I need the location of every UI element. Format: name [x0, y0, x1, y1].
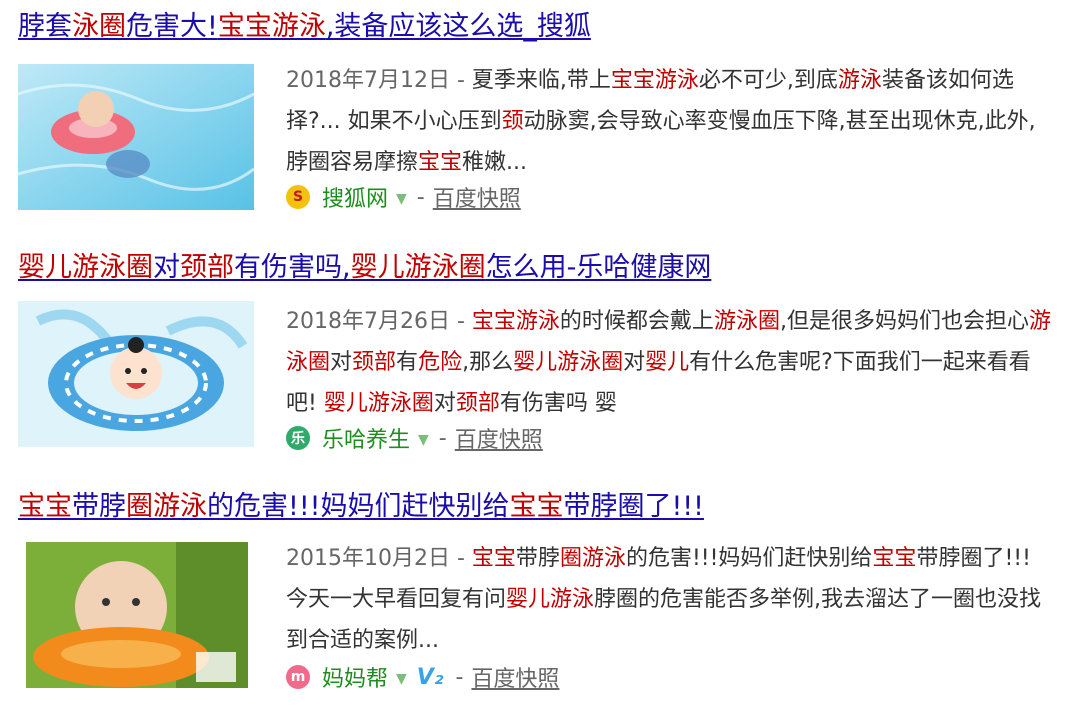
separator: - [438, 425, 447, 451]
text-segment: ,但是很多妈妈们也会担心 [779, 309, 1029, 334]
result-thumbnail[interactable] [26, 542, 248, 688]
highlighted-keyword: 危险 [418, 350, 463, 375]
highlighted-keyword: 婴儿游泳 [506, 587, 595, 612]
result-snippet: 2018年7月26日 - 宝宝游泳的时候都会戴上游泳圈,但是很多妈妈们也会担心游… [286, 301, 1056, 424]
site-name-link[interactable]: 乐哈养生 [322, 422, 410, 454]
highlighted-keyword: 婴儿游泳圈 [323, 391, 434, 416]
baby-pool-image [18, 64, 254, 210]
highlighted-keyword: 游泳圈 [713, 309, 780, 334]
result-title-link[interactable]: 婴儿游泳圈对颈部有伤害吗,婴儿游泳圈怎么用-乐哈健康网 [18, 251, 711, 285]
text-segment: 带脖 [72, 491, 126, 522]
text-segment: 危害大! [126, 11, 218, 42]
sohu-logo-icon: S [286, 185, 310, 209]
highlighted-keyword: 婴儿游泳圈 [513, 350, 624, 375]
mamabang-logo-icon: m [286, 665, 310, 689]
text-segment: 脖套 [18, 11, 72, 42]
result-thumbnail[interactable] [18, 301, 254, 447]
highlighted-keyword: 圈游泳 [126, 491, 207, 522]
text-segment: 有 [396, 350, 419, 375]
separator: - [455, 664, 464, 690]
highlighted-keyword: 圈游泳 [559, 546, 626, 571]
cache-link[interactable]: 百度快照 [455, 422, 543, 454]
text-segment: 对 [153, 252, 180, 283]
cache-link[interactable]: 百度快照 [433, 181, 521, 213]
result-date: 2015年10月2日 - [286, 546, 472, 571]
baby-neck-ring-image [26, 542, 248, 688]
result-snippet: 2018年7月12日 - 夏季来临,带上宝宝游泳必不可少,到底游泳装备该如何选择… [286, 60, 1056, 183]
text-segment: 的时候都会戴上 [559, 309, 714, 334]
highlighted-keyword: 宝宝游泳 [610, 68, 699, 93]
text-segment: 怎么用-乐哈健康网 [485, 252, 712, 283]
highlighted-keyword: 颈部 [455, 391, 500, 416]
text-segment: ,那么 [462, 350, 514, 375]
cache-link[interactable]: 百度快照 [471, 661, 559, 693]
text-segment: 带脖圈了!!! [563, 491, 704, 522]
result-title-link[interactable]: 脖套泳圈危害大!宝宝游泳,装备应该这么选_搜狐 [18, 10, 591, 44]
separator: - [416, 184, 425, 210]
highlighted-keyword: 婴儿游泳圈 [18, 252, 153, 283]
leha-logo-icon: 乐 [286, 426, 310, 450]
cartoon-swim-ring-image [18, 301, 254, 447]
text-segment: 的危害!!!妈妈们赶快别给 [625, 546, 873, 571]
v2-badge-icon: V₂ [416, 664, 444, 690]
site-name-link[interactable]: 搜狐网 [322, 181, 388, 213]
result-title-link[interactable]: 宝宝带脖圈游泳的危害!!!妈妈们赶快别给宝宝带脖圈了!!! [18, 490, 704, 524]
highlighted-keyword: 宝宝 [872, 546, 917, 571]
highlighted-keyword: 颈部 [180, 252, 234, 283]
chevron-down-icon[interactable]: ▼ [396, 671, 407, 687]
highlighted-keyword: 宝宝 [418, 150, 463, 175]
text-segment: 稚嫩... [462, 150, 528, 175]
highlighted-keyword: 颈部 [352, 350, 397, 375]
highlighted-keyword: 宝宝游泳 [217, 11, 326, 42]
highlighted-keyword: 宝宝 [509, 491, 564, 522]
chevron-down-icon[interactable]: ▼ [396, 191, 407, 207]
result-snippet: 2015年10月2日 - 宝宝带脖圈游泳的危害!!!妈妈们赶快别给宝宝带脖圈了!… [286, 538, 1056, 661]
highlighted-keyword: 宝宝 [471, 546, 516, 571]
highlighted-keyword: 婴儿游泳圈 [350, 252, 486, 283]
highlighted-keyword: 颈 [501, 109, 524, 134]
highlighted-keyword: 泳圈 [72, 11, 126, 42]
text-segment: 有伤害吗 婴 [499, 391, 617, 416]
text-segment: ,装备应该这么选_搜狐 [325, 11, 591, 42]
text-segment: 对 [330, 350, 353, 375]
text-segment: 对 [623, 350, 646, 375]
highlighted-keyword: 宝宝 [18, 491, 72, 522]
highlighted-keyword: 游泳 [837, 68, 882, 93]
text-segment: 的危害!!!妈妈们赶快别给 [207, 491, 510, 522]
result-date: 2018年7月12日 - [286, 68, 472, 93]
result-source: 乐 乐哈养生 ▼ - 百度快照 [286, 421, 543, 455]
result-date: 2018年7月26日 - [286, 309, 472, 334]
highlighted-keyword: 婴儿 [645, 350, 690, 375]
site-name-link[interactable]: 妈妈帮 [322, 661, 388, 693]
highlighted-keyword: 宝宝游泳 [471, 309, 560, 334]
text-segment: 有伤害吗, [234, 252, 351, 283]
result-source: m 妈妈帮 ▼ V₂ - 百度快照 [286, 660, 559, 694]
chevron-down-icon[interactable]: ▼ [418, 432, 429, 448]
result-source: S 搜狐网 ▼ - 百度快照 [286, 180, 521, 214]
text-segment: 带脖 [515, 546, 560, 571]
text-segment: 夏季来临,带上 [471, 68, 611, 93]
result-thumbnail[interactable] [18, 64, 254, 210]
text-segment: 必不可少,到底 [698, 68, 838, 93]
text-segment: 对 [433, 391, 456, 416]
